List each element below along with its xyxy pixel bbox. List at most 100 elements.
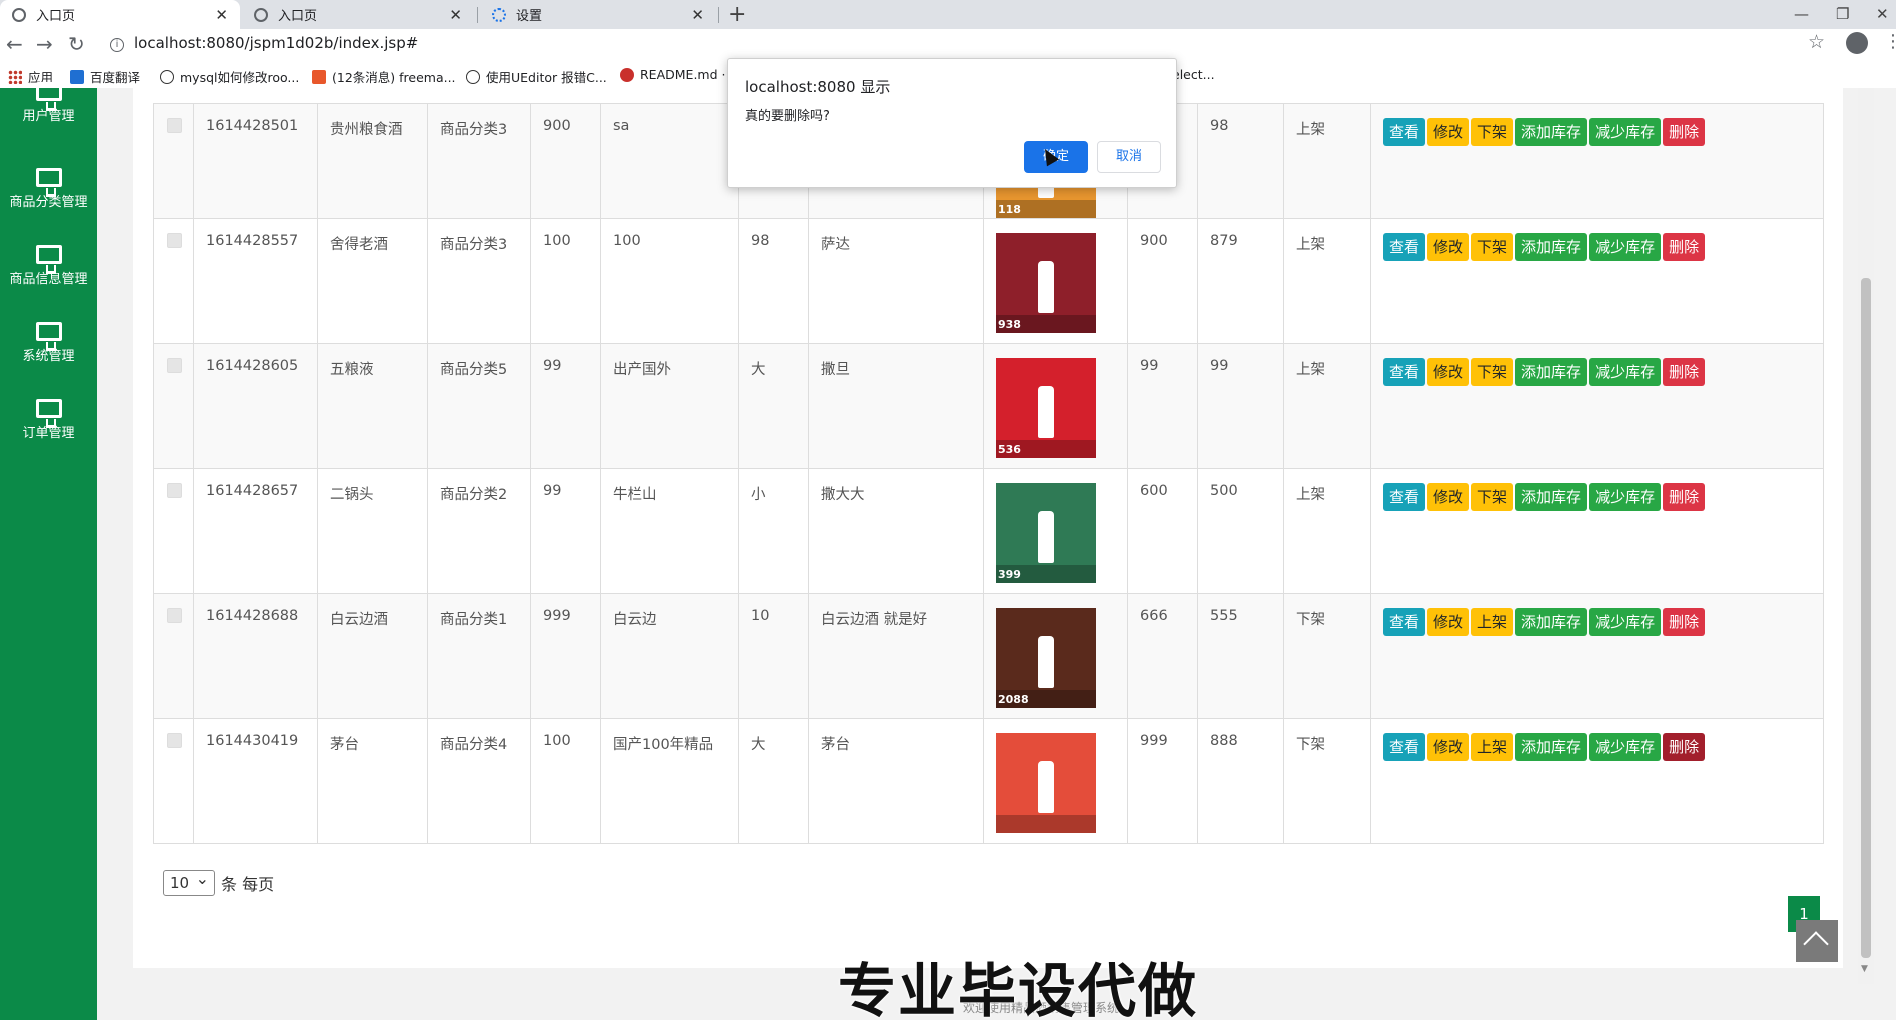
close-icon[interactable]: ✕: [449, 6, 462, 24]
shelf-toggle-button[interactable]: 上架: [1471, 733, 1514, 761]
reduce-stock-button[interactable]: 减少库存: [1589, 358, 1662, 386]
back-to-top-icon[interactable]: [1796, 920, 1838, 962]
sidebar-item-category-management[interactable]: 商品分类管理: [0, 168, 97, 210]
close-icon[interactable]: ✕: [691, 6, 704, 24]
cell-name: 茅台: [317, 718, 428, 844]
star-icon[interactable]: ☆: [1808, 31, 1825, 53]
forward-icon[interactable]: →: [36, 29, 53, 59]
shelf-toggle-button[interactable]: 下架: [1471, 118, 1514, 146]
cell-status: 上架: [1283, 468, 1371, 594]
cell-origin: 100: [600, 218, 739, 344]
sidebar-item-system-management[interactable]: 系统管理: [0, 322, 97, 364]
tab-label: 设置: [516, 9, 543, 24]
view-button[interactable]: 查看: [1383, 233, 1426, 261]
action-buttons: 查看 修改 上架 添加库存 减少库存 删除: [1383, 608, 1813, 636]
delete-button[interactable]: 删除: [1663, 733, 1706, 761]
shelf-toggle-button[interactable]: 下架: [1471, 483, 1514, 511]
reduce-stock-button[interactable]: 减少库存: [1589, 483, 1662, 511]
cell-price: 99: [530, 343, 601, 469]
browser-tab-1[interactable]: 入口页 ✕: [0, 0, 240, 29]
view-button[interactable]: 查看: [1383, 483, 1426, 511]
browser-tab-3[interactable]: 设置 ✕: [480, 0, 716, 29]
scroll-down-icon[interactable]: ▼: [1861, 964, 1868, 974]
bookmark-mysql[interactable]: mysql如何修改roo...: [160, 67, 299, 86]
close-window-icon[interactable]: ✕: [1876, 0, 1889, 29]
view-button[interactable]: 查看: [1383, 733, 1426, 761]
cell-status: 上架: [1283, 218, 1371, 344]
goods-image[interactable]: [996, 733, 1096, 833]
link-icon: [466, 69, 480, 84]
add-stock-button[interactable]: 添加库存: [1515, 483, 1588, 511]
reload-icon[interactable]: ↻: [68, 29, 85, 59]
reduce-stock-button[interactable]: 减少库存: [1589, 118, 1662, 146]
cell-id: 1614428501: [193, 103, 318, 219]
bookmark-select[interactable]: elect...: [1172, 67, 1215, 82]
add-stock-button[interactable]: 添加库存: [1515, 358, 1588, 386]
close-icon[interactable]: ✕: [215, 6, 228, 24]
row-checkbox[interactable]: [167, 118, 182, 133]
add-stock-button[interactable]: 添加库存: [1515, 608, 1588, 636]
page-size-select[interactable]: 10: [163, 867, 215, 896]
tab-separator: [718, 7, 719, 23]
row-checkbox[interactable]: [167, 733, 182, 748]
monitor-icon: [35, 322, 62, 351]
shelf-toggle-button[interactable]: 上架: [1471, 608, 1514, 636]
add-stock-button[interactable]: 添加库存: [1515, 233, 1588, 261]
dialog-cancel-button[interactable]: 取消: [1097, 141, 1161, 173]
delete-button[interactable]: 删除: [1663, 118, 1706, 146]
cell-spec: 小: [738, 468, 809, 594]
delete-button[interactable]: 删除: [1663, 358, 1706, 386]
cell-actions: 查看 修改 上架 添加库存 减少库存 删除: [1370, 718, 1824, 844]
bookmark-csdn[interactable]: (12条消息) freema...: [312, 67, 456, 86]
edit-button[interactable]: 修改: [1427, 118, 1470, 146]
edit-button[interactable]: 修改: [1427, 233, 1470, 261]
edit-button[interactable]: 修改: [1427, 608, 1470, 636]
delete-button[interactable]: 删除: [1663, 233, 1706, 261]
goods-image[interactable]: 2088: [996, 608, 1096, 708]
sidebar-item-user-management[interactable]: 用户管理: [0, 82, 97, 124]
edit-button[interactable]: 修改: [1427, 733, 1470, 761]
reduce-stock-button[interactable]: 减少库存: [1589, 733, 1662, 761]
delete-button[interactable]: 删除: [1663, 483, 1706, 511]
image-price-label: 536: [998, 443, 1021, 456]
cell-desc: 白云边酒 就是好: [808, 593, 984, 719]
view-button[interactable]: 查看: [1383, 608, 1426, 636]
delete-button[interactable]: 删除: [1663, 608, 1706, 636]
goods-image[interactable]: 938: [996, 233, 1096, 333]
cell-price: 99: [530, 468, 601, 594]
edit-button[interactable]: 修改: [1427, 483, 1470, 511]
row-checkbox[interactable]: [167, 358, 182, 373]
shelf-toggle-button[interactable]: 下架: [1471, 358, 1514, 386]
back-icon[interactable]: ←: [6, 29, 23, 59]
reduce-stock-button[interactable]: 减少库存: [1589, 233, 1662, 261]
sidebar-item-goods-management[interactable]: 商品信息管理: [0, 245, 97, 287]
view-button[interactable]: 查看: [1383, 358, 1426, 386]
minimize-icon[interactable]: —: [1794, 0, 1809, 29]
cell-desc: 萨达: [808, 218, 984, 344]
goods-image[interactable]: 536: [996, 358, 1096, 458]
shelf-toggle-button[interactable]: 下架: [1471, 233, 1514, 261]
edit-button[interactable]: 修改: [1427, 358, 1470, 386]
add-stock-button[interactable]: 添加库存: [1515, 118, 1588, 146]
cell-price: 999: [530, 593, 601, 719]
cell-name: 二锅头: [317, 468, 428, 594]
goods-image[interactable]: 399: [996, 483, 1096, 583]
browser-tab-2[interactable]: 入口页 ✕: [242, 0, 474, 29]
reduce-stock-button[interactable]: 减少库存: [1589, 608, 1662, 636]
sidebar-item-order-management[interactable]: 订单管理: [0, 399, 97, 441]
bookmark-ueditor[interactable]: 使用UEditor 报错C...: [466, 67, 607, 86]
view-button[interactable]: 查看: [1383, 118, 1426, 146]
row-checkbox[interactable]: [167, 483, 182, 498]
address-bar[interactable]: localhost:8080/jspm1d02b/index.jsp#: [134, 34, 418, 52]
more-menu-icon[interactable]: ⋮: [1884, 31, 1896, 52]
restore-icon[interactable]: ❐: [1836, 0, 1849, 29]
scrollbar-thumb[interactable]: [1861, 278, 1871, 958]
row-checkbox[interactable]: [167, 608, 182, 623]
new-tab-icon[interactable]: +: [728, 0, 746, 29]
bookmark-readme[interactable]: README.md ·: [620, 67, 725, 82]
profile-avatar-icon[interactable]: [1846, 32, 1868, 54]
row-select-cell: [153, 593, 194, 719]
add-stock-button[interactable]: 添加库存: [1515, 733, 1588, 761]
row-checkbox[interactable]: [167, 233, 182, 248]
info-icon[interactable]: i: [110, 38, 124, 52]
